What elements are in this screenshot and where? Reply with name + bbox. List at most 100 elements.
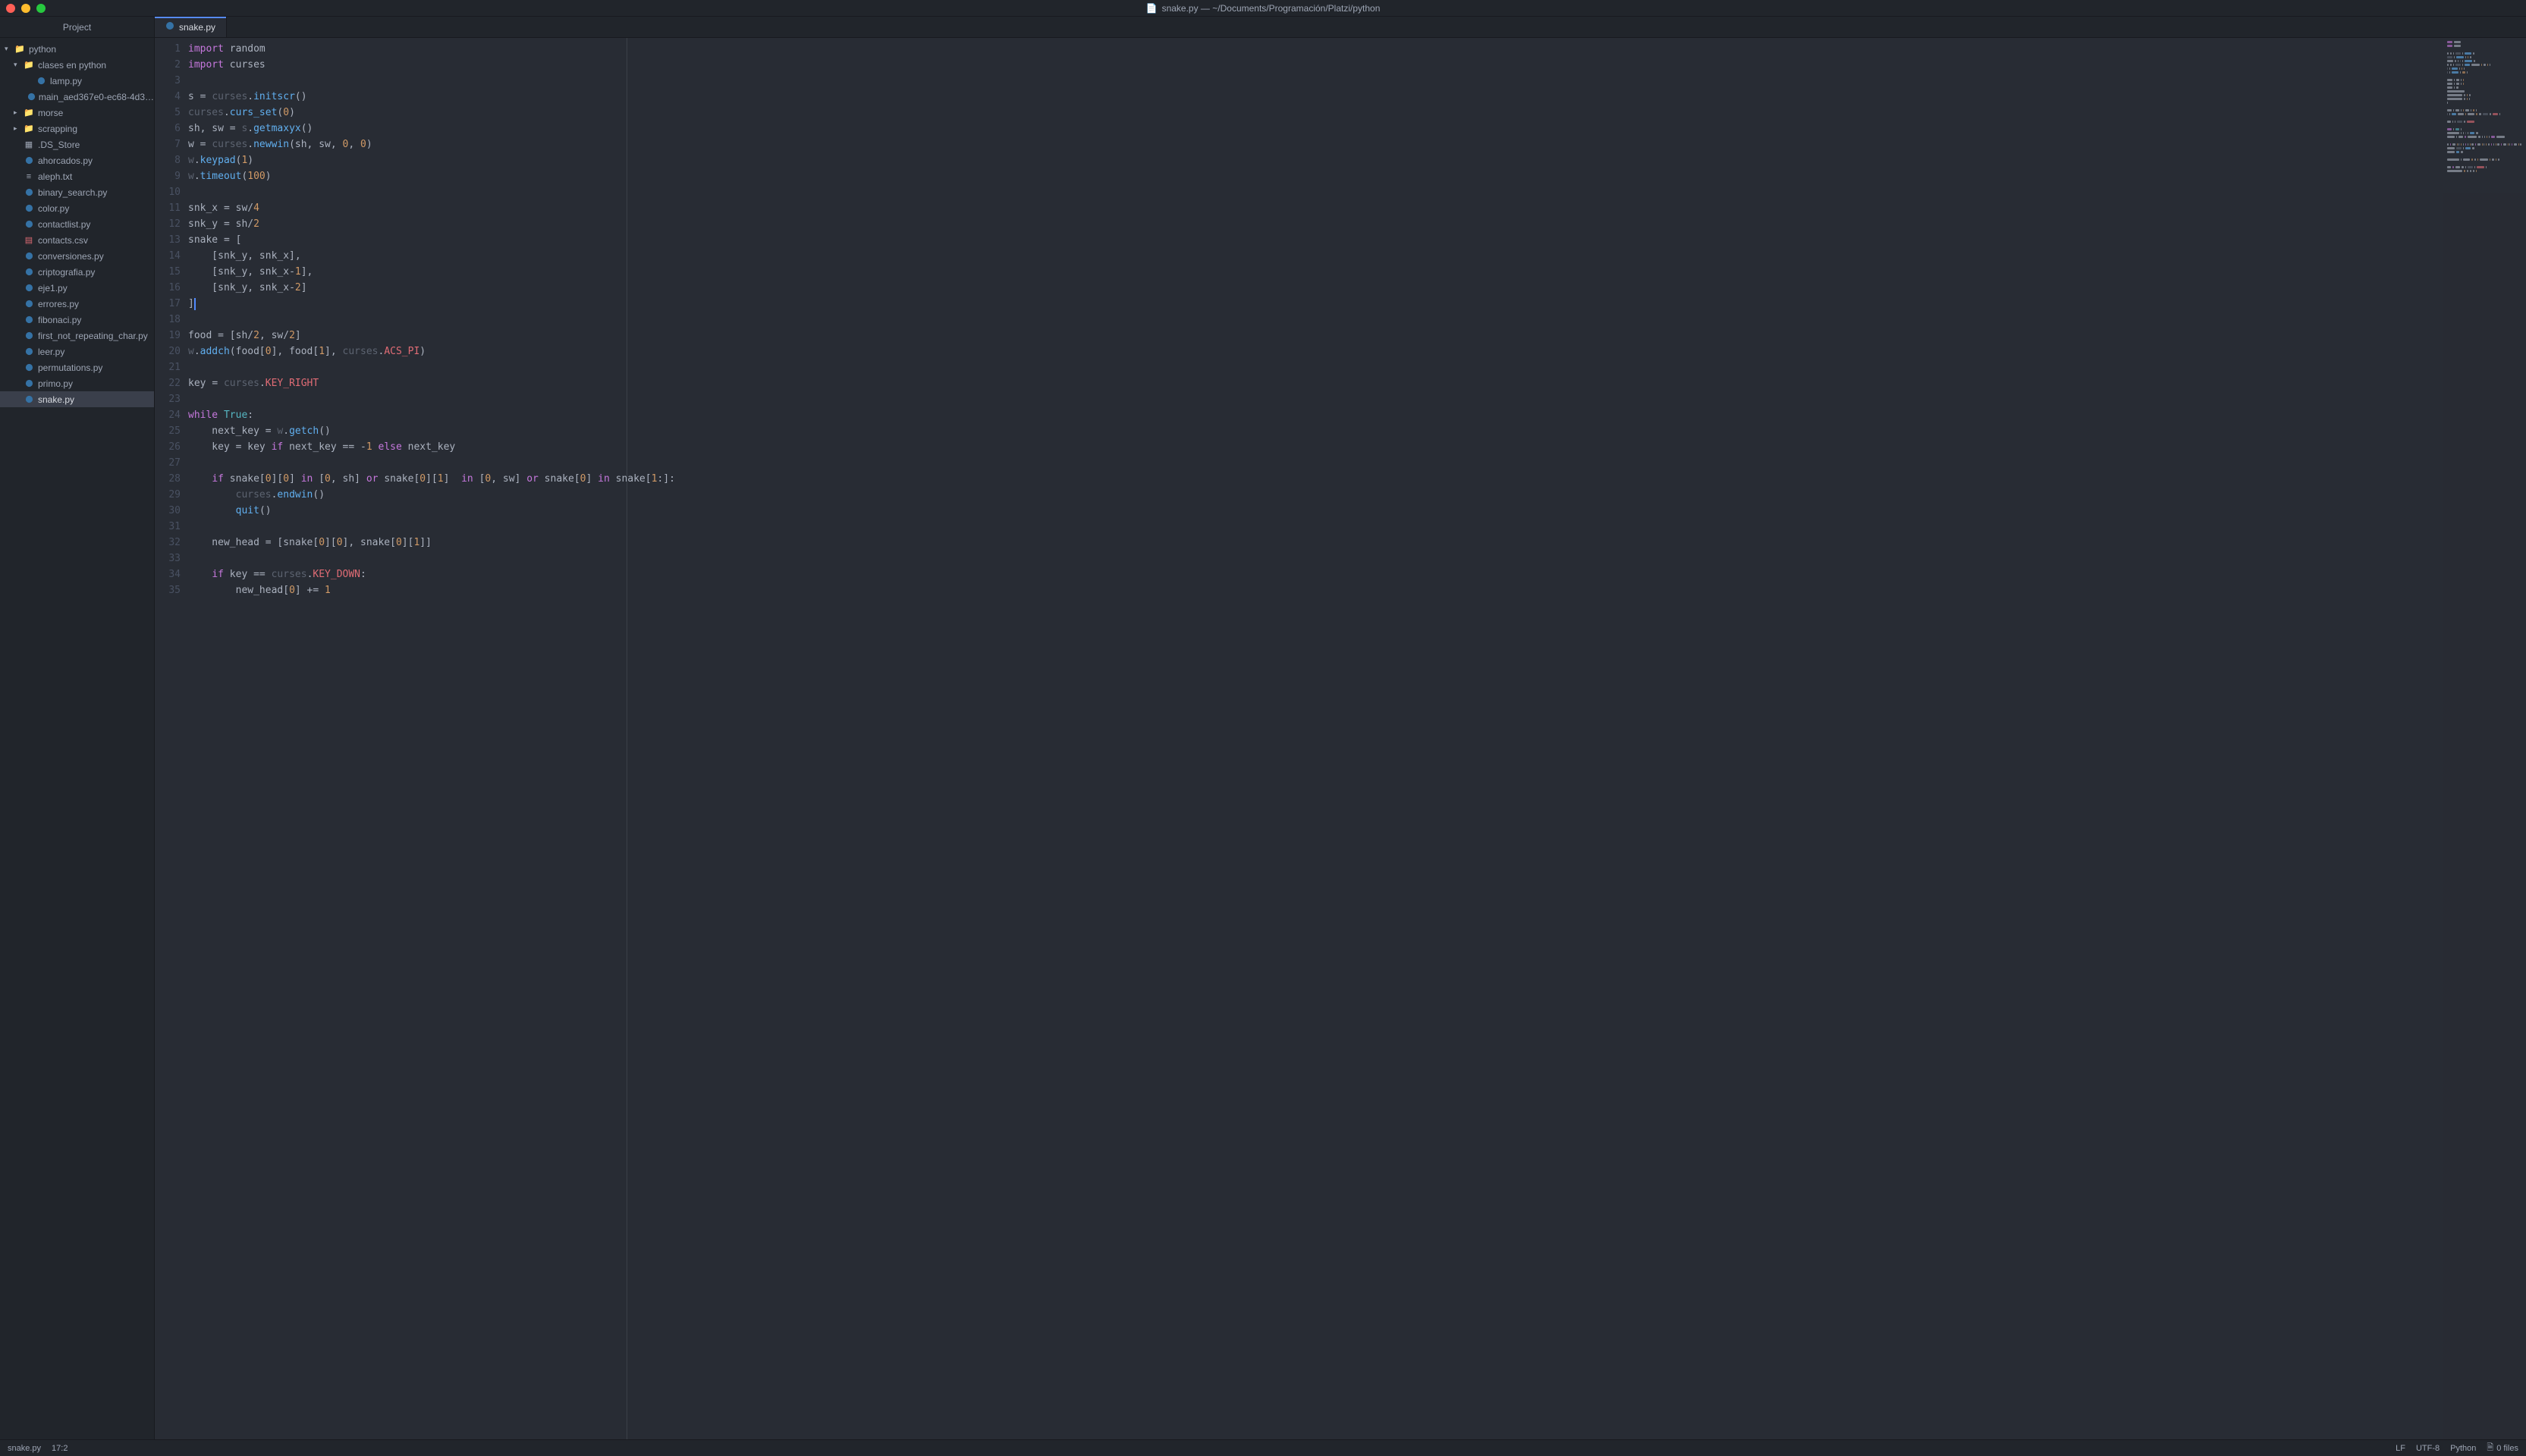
code-line[interactable]: next_key = w.getch() <box>188 423 2526 439</box>
tree-item[interactable]: ≡aleph.txt <box>0 168 154 184</box>
python-icon <box>23 284 35 292</box>
status-filename[interactable]: snake.py <box>8 1444 41 1453</box>
code-line[interactable]: new_head = [snake[0][0], snake[0][1]] <box>188 535 2526 551</box>
sidebar: Project ▾📁python▾📁clases en pythonlamp.p… <box>0 17 155 1439</box>
code-line[interactable]: import random <box>188 41 2526 57</box>
tree-item[interactable]: contactlist.py <box>0 216 154 232</box>
window-title-text: snake.py — ~/Documents/Programación/Plat… <box>1162 3 1381 14</box>
tree-item-label: conversiones.py <box>38 251 104 262</box>
chevron-down-icon[interactable]: ▾ <box>14 61 23 69</box>
code-line[interactable]: snk_x = sw/4 <box>188 200 2526 216</box>
editor-body[interactable]: 1234567891011121314151617181920212223242… <box>155 38 2526 1439</box>
code-line[interactable]: [snk_y, snk_x-1], <box>188 264 2526 280</box>
code-line[interactable]: ] <box>188 296 2526 312</box>
chevron-right-icon[interactable]: ▸ <box>14 124 23 133</box>
code-line[interactable]: w.timeout(100) <box>188 168 2526 184</box>
code-line[interactable]: curses.endwin() <box>188 487 2526 503</box>
tree-item[interactable]: first_not_repeating_char.py <box>0 328 154 344</box>
code-line[interactable]: snk_y = sh/2 <box>188 216 2526 232</box>
code-content[interactable]: import randomimport curses s = curses.ini… <box>188 38 2526 1439</box>
minimize-window-button[interactable] <box>21 4 30 13</box>
tree-item-label: snake.py <box>38 394 74 405</box>
python-icon <box>23 300 35 308</box>
close-window-button[interactable] <box>6 4 15 13</box>
tree-item[interactable]: ahorcados.py <box>0 152 154 168</box>
code-line[interactable]: [snk_y, snk_x-2] <box>188 280 2526 296</box>
file-tree[interactable]: ▾📁python▾📁clases en pythonlamp.pymain_ae… <box>0 38 154 1439</box>
tree-item-label: .DS_Store <box>38 140 80 150</box>
tree-item[interactable]: ▾📁python <box>0 41 154 57</box>
csv-icon: ▤ <box>23 235 35 245</box>
binary-icon: ▦ <box>23 140 35 149</box>
code-line[interactable]: food = [sh/2, sw/2] <box>188 328 2526 344</box>
file-icon: 🗎 <box>2487 1441 2493 1455</box>
tree-item-label: primo.py <box>38 378 73 389</box>
tree-item[interactable]: ▦.DS_Store <box>0 136 154 152</box>
code-line[interactable] <box>188 391 2526 407</box>
tab-bar: snake.py <box>155 17 2526 38</box>
code-line[interactable]: if key == curses.KEY_DOWN: <box>188 566 2526 582</box>
code-line[interactable]: key = key if next_key == -1 else next_ke… <box>188 439 2526 455</box>
python-icon <box>165 21 174 33</box>
code-line[interactable]: while True: <box>188 407 2526 423</box>
code-line[interactable]: import curses <box>188 57 2526 73</box>
code-line[interactable] <box>188 73 2526 89</box>
file-icon: 📄 <box>1146 3 1158 14</box>
status-cursor-position[interactable]: 17:2 <box>52 1444 68 1453</box>
tree-item-label: contacts.csv <box>38 235 88 246</box>
tree-item[interactable]: criptografia.py <box>0 264 154 280</box>
tab-snake-py[interactable]: snake.py <box>155 17 227 37</box>
code-line[interactable] <box>188 359 2526 375</box>
tree-item[interactable]: lamp.py <box>0 73 154 89</box>
sidebar-header: Project <box>0 17 154 38</box>
python-icon <box>23 379 35 388</box>
code-line[interactable]: w.keypad(1) <box>188 152 2526 168</box>
chevron-right-icon[interactable]: ▸ <box>14 108 23 117</box>
code-line[interactable] <box>188 312 2526 328</box>
code-line[interactable] <box>188 551 2526 566</box>
code-line[interactable] <box>188 455 2526 471</box>
python-icon <box>35 77 47 85</box>
tree-item[interactable]: ▾📁clases en python <box>0 57 154 73</box>
code-line[interactable]: w = curses.newwin(sh, sw, 0, 0) <box>188 136 2526 152</box>
tab-label: snake.py <box>179 22 215 33</box>
code-line[interactable]: quit() <box>188 503 2526 519</box>
tree-item[interactable]: eje1.py <box>0 280 154 296</box>
tree-item[interactable]: errores.py <box>0 296 154 312</box>
python-icon <box>23 363 35 372</box>
status-language[interactable]: Python <box>2450 1441 2476 1455</box>
sidebar-header-label: Project <box>63 22 91 33</box>
tree-item[interactable]: permutations.py <box>0 359 154 375</box>
tree-item[interactable]: binary_search.py <box>0 184 154 200</box>
tree-item-label: morse <box>38 108 63 118</box>
code-line[interactable]: [snk_y, snk_x], <box>188 248 2526 264</box>
code-line[interactable]: snake = [ <box>188 232 2526 248</box>
tree-item[interactable]: conversiones.py <box>0 248 154 264</box>
tree-item[interactable]: fibonaci.py <box>0 312 154 328</box>
tree-item[interactable]: color.py <box>0 200 154 216</box>
minimap[interactable] <box>2443 38 2526 1439</box>
tree-item[interactable]: snake.py <box>0 391 154 407</box>
code-line[interactable]: s = curses.initscr() <box>188 89 2526 105</box>
status-encoding[interactable]: UTF-8 <box>2416 1441 2440 1455</box>
tree-item[interactable]: main_aed367e0-ec68-4d3… <box>0 89 154 105</box>
chevron-down-icon[interactable]: ▾ <box>5 45 14 53</box>
status-line-ending[interactable]: LF <box>2396 1441 2405 1455</box>
tree-item[interactable]: ▤contacts.csv <box>0 232 154 248</box>
tree-item[interactable]: leer.py <box>0 344 154 359</box>
tree-item[interactable]: primo.py <box>0 375 154 391</box>
code-line[interactable]: curses.curs_set(0) <box>188 105 2526 121</box>
code-line[interactable]: sh, sw = s.getmaxyx() <box>188 121 2526 136</box>
tree-item[interactable]: ▸📁morse <box>0 105 154 121</box>
status-files[interactable]: 🗎 0 files <box>2487 1441 2518 1455</box>
maximize-window-button[interactable] <box>36 4 46 13</box>
code-line[interactable] <box>188 184 2526 200</box>
code-line[interactable]: new_head[0] += 1 <box>188 582 2526 598</box>
code-line[interactable]: key = curses.KEY_RIGHT <box>188 375 2526 391</box>
code-line[interactable] <box>188 519 2526 535</box>
python-icon <box>23 252 35 260</box>
python-icon <box>23 156 35 165</box>
code-line[interactable]: w.addch(food[0], food[1], curses.ACS_PI) <box>188 344 2526 359</box>
code-line[interactable]: if snake[0][0] in [0, sh] or snake[0][1]… <box>188 471 2526 487</box>
tree-item[interactable]: ▸📁scrapping <box>0 121 154 136</box>
